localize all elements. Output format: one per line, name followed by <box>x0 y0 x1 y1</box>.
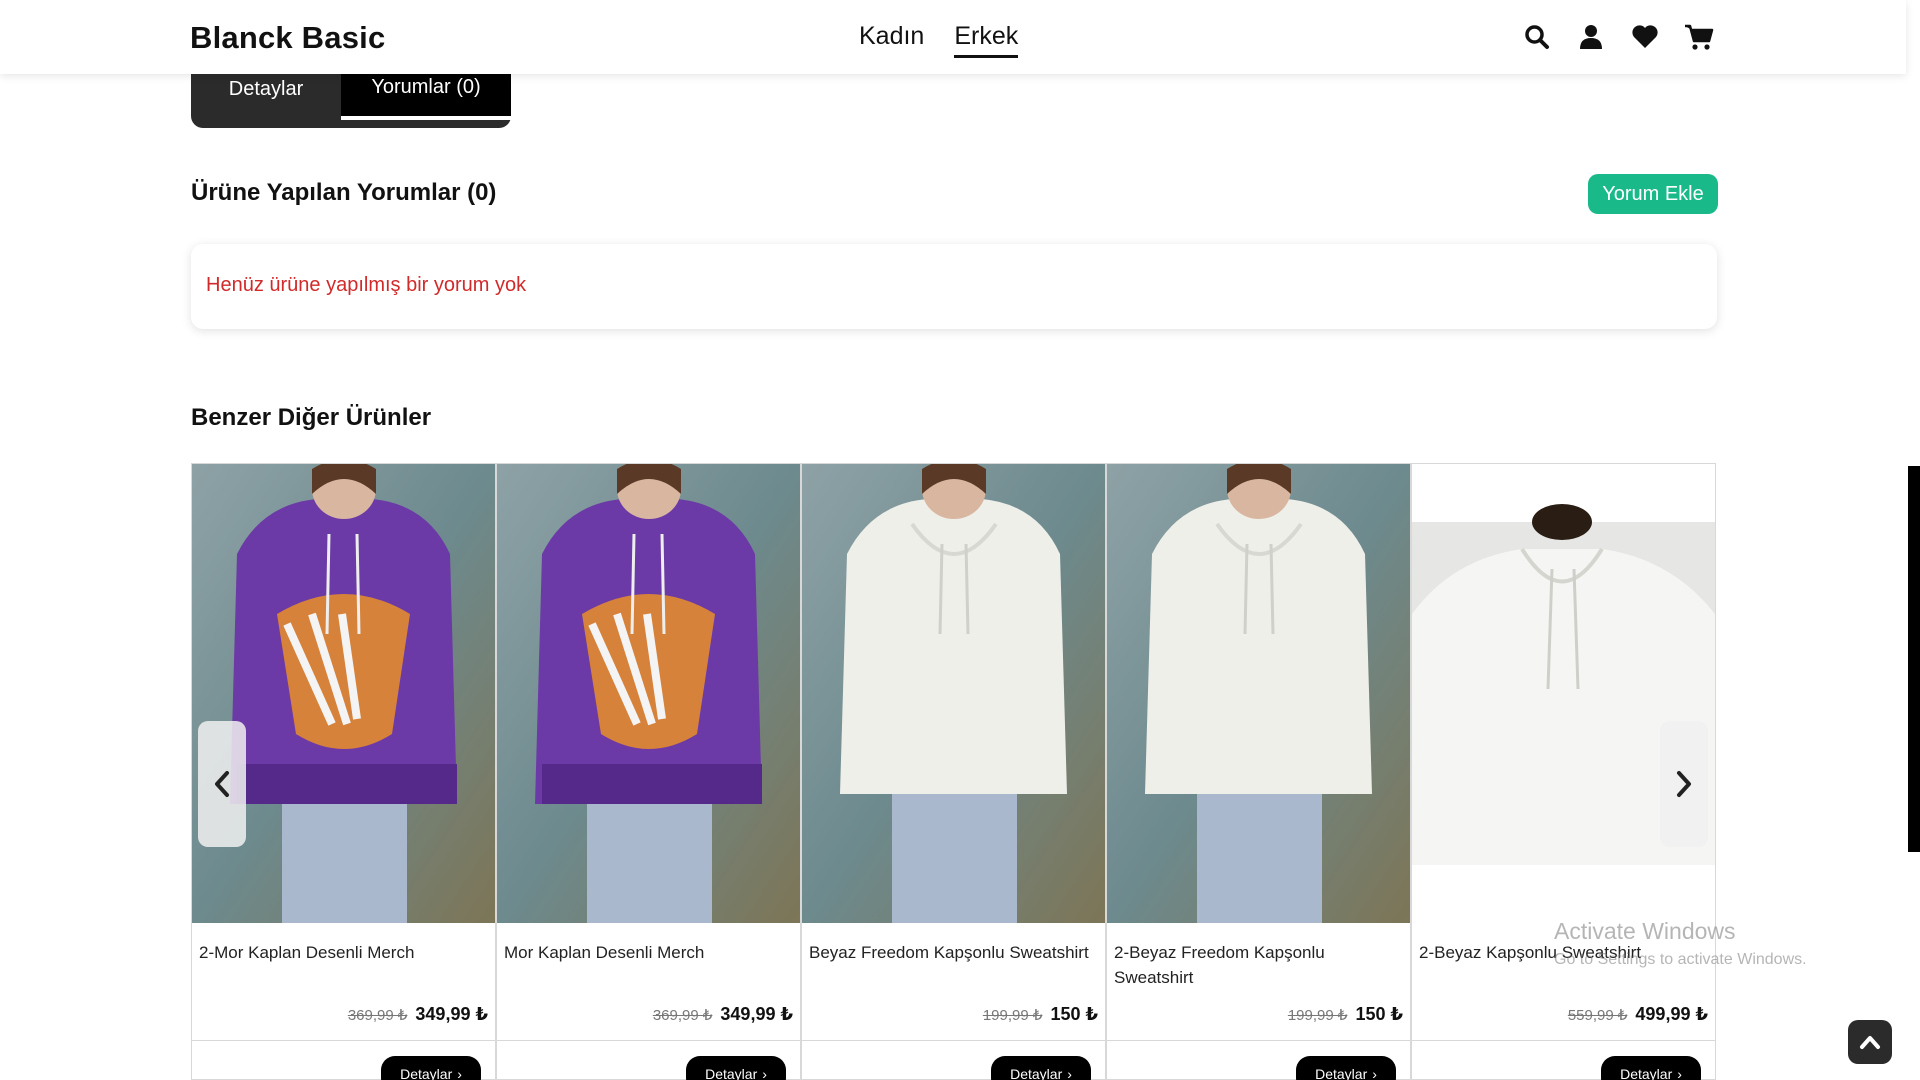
reviews-empty-box: Henüz ürüne yapılmış bir yorum yok <box>191 244 1717 329</box>
cart-icon[interactable] <box>1684 22 1714 52</box>
details-button[interactable]: Detaylar › <box>381 1056 481 1080</box>
current-price: 499,99 ₺ <box>1635 1004 1708 1024</box>
details-button-label: Detaylar <box>705 1066 758 1080</box>
chevron-right-icon: › <box>1067 1066 1072 1080</box>
details-button-label: Detaylar <box>1010 1066 1063 1080</box>
product-prices: 199,99 ₺ 150 ₺ <box>1288 1004 1403 1025</box>
current-price: 150 ₺ <box>1355 1004 1403 1024</box>
site-header: Blanck Basic Kadın Erkek <box>0 0 1906 74</box>
details-button-label: Detaylar <box>1620 1066 1673 1080</box>
heart-icon[interactable] <box>1630 22 1660 52</box>
product-prices: 199,99 ₺ 150 ₺ <box>983 1004 1098 1025</box>
product-prices: 559,99 ₺ 499,99 ₺ <box>1568 1004 1708 1025</box>
nav-item-erkek[interactable]: Erkek <box>954 22 1019 58</box>
old-price: 199,99 ₺ <box>982 1007 1043 1024</box>
current-price: 150 ₺ <box>1050 1004 1098 1024</box>
details-button[interactable]: Detaylar › <box>686 1056 786 1080</box>
old-price: 559,99 ₺ <box>1567 1007 1628 1024</box>
nav-item-kadin[interactable]: Kadın <box>859 22 924 58</box>
page-scrollbar[interactable] <box>1908 466 1920 852</box>
current-price: 349,99 ₺ <box>415 1004 488 1024</box>
product-image[interactable] <box>802 464 1105 923</box>
card-divider <box>802 1040 1105 1041</box>
chevron-left-icon <box>215 771 229 797</box>
main-nav: Kadın Erkek <box>859 22 1019 58</box>
product-image[interactable] <box>497 464 800 923</box>
product-name[interactable]: 2-Mor Kaplan Desenli Merch <box>199 940 489 965</box>
chevron-up-icon <box>1860 1036 1880 1049</box>
activate-windows-title: Activate Windows <box>1554 918 1736 944</box>
reviews-title: Ürüne Yapılan Yorumlar (0) <box>191 179 497 206</box>
add-review-button[interactable]: Yorum Ekle <box>1588 174 1718 214</box>
carousel-prev-button[interactable] <box>198 721 246 847</box>
product-card[interactable]: 2-Beyaz Freedom Kapşonlu Sweatshirt 199,… <box>1106 463 1411 1080</box>
details-button-label: Detaylar <box>400 1066 453 1080</box>
scroll-to-top-button[interactable] <box>1848 1020 1892 1064</box>
old-price: 369,99 ₺ <box>347 1007 408 1024</box>
search-icon[interactable] <box>1522 22 1552 52</box>
similar-products-carousel: 2-Mor Kaplan Desenli Merch 369,99 ₺ 349,… <box>191 463 1717 1080</box>
details-button-label: Detaylar <box>1315 1066 1368 1080</box>
chevron-right-icon: › <box>1677 1066 1682 1080</box>
product-name[interactable]: 2-Beyaz Freedom Kapşonlu Sweatshirt <box>1114 940 1404 990</box>
product-card[interactable]: Mor Kaplan Desenli Merch 369,99 ₺ 349,99… <box>496 463 801 1080</box>
card-divider <box>497 1040 800 1041</box>
old-price: 199,99 ₺ <box>1287 1007 1348 1024</box>
product-image[interactable] <box>1412 464 1715 923</box>
card-divider <box>192 1040 495 1041</box>
user-icon[interactable] <box>1576 22 1606 52</box>
similar-products-title: Benzer Diğer Ürünler <box>191 404 432 431</box>
carousel-next-button[interactable] <box>1660 721 1708 847</box>
header-icons <box>1522 22 1714 52</box>
activate-windows-subtitle: Go to Settings to activate Windows. <box>1554 951 1807 968</box>
product-image[interactable] <box>1107 464 1410 923</box>
empty-reviews-message: Henüz ürüne yapılmış bir yorum yok <box>206 274 527 296</box>
details-button[interactable]: Detaylar › <box>991 1056 1091 1080</box>
product-card[interactable]: Beyaz Freedom Kapşonlu Sweatshirt 199,99… <box>801 463 1106 1080</box>
brand-logo[interactable]: Blanck Basic <box>190 20 385 56</box>
product-prices: 369,99 ₺ 349,99 ₺ <box>653 1004 793 1025</box>
chevron-right-icon: › <box>762 1066 767 1080</box>
chevron-right-icon: › <box>457 1066 462 1080</box>
product-name[interactable]: Mor Kaplan Desenli Merch <box>504 940 794 965</box>
product-prices: 369,99 ₺ 349,99 ₺ <box>348 1004 488 1025</box>
chevron-right-icon <box>1677 771 1691 797</box>
details-button[interactable]: Detaylar › <box>1296 1056 1396 1080</box>
card-divider <box>1412 1040 1715 1041</box>
product-image[interactable] <box>192 464 495 923</box>
product-name[interactable]: Beyaz Freedom Kapşonlu Sweatshirt <box>809 940 1099 965</box>
current-price: 349,99 ₺ <box>720 1004 793 1024</box>
details-button[interactable]: Detaylar › <box>1601 1056 1701 1080</box>
chevron-right-icon: › <box>1372 1066 1377 1080</box>
old-price: 369,99 ₺ <box>652 1007 713 1024</box>
card-divider <box>1107 1040 1410 1041</box>
